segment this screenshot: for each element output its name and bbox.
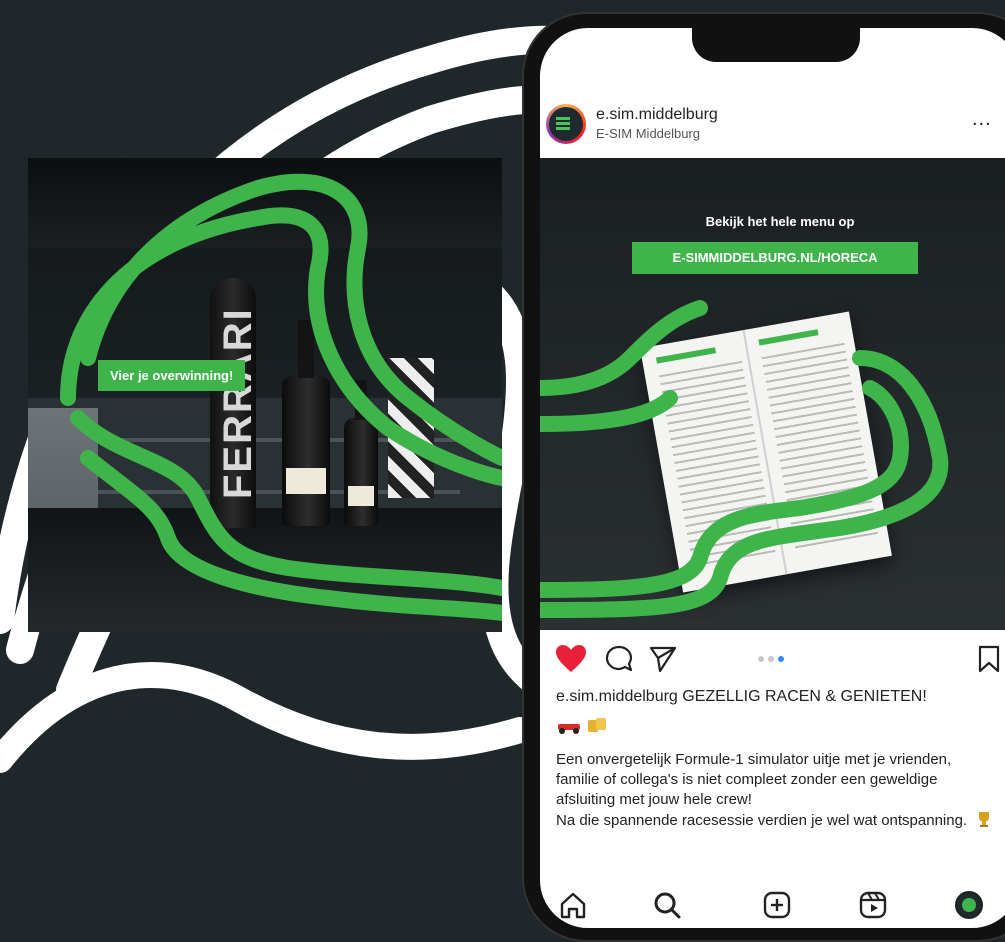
carousel-dot xyxy=(768,656,774,662)
race-car-emoji-icon xyxy=(558,718,606,734)
avatar-inner xyxy=(549,107,583,141)
caption-username[interactable]: e.sim.middelburg xyxy=(556,688,678,705)
trophy-icon xyxy=(979,812,990,827)
phone-notch xyxy=(692,24,860,62)
stage: FERRARI Vier je overwinning! e.sim.midde… xyxy=(0,0,1005,942)
post-actions xyxy=(540,638,1005,682)
carousel-dots xyxy=(758,656,798,664)
post-image: Bekijk het hele menu op E-SIMMIDDELBURG.… xyxy=(540,158,1005,630)
race-track-overlay xyxy=(60,173,502,621)
bookmark-icon[interactable] xyxy=(976,644,1002,674)
carousel-dot xyxy=(758,656,764,662)
caption-headline: e.sim.middelburg GEZELLIG RACEN & GENIET… xyxy=(556,688,996,706)
caption-headline-text: GEZELLIG RACEN & GENIETEN! xyxy=(682,688,927,705)
profile-avatar[interactable] xyxy=(546,104,586,144)
caption-body: Een onvergetelijk Formule-1 simulator ui… xyxy=(556,750,996,831)
bottom-nav xyxy=(540,886,1005,928)
post-username[interactable]: e.sim.middelburg xyxy=(596,106,718,124)
comment-icon[interactable] xyxy=(604,644,634,674)
caption-body-text: Een onvergetelijk Formule-1 simulator ui… xyxy=(556,751,968,829)
heart-icon[interactable] xyxy=(554,644,588,674)
send-icon[interactable] xyxy=(648,644,678,674)
post-header: e.sim.middelburg E-SIM Middelburg ... xyxy=(540,100,1005,160)
phone-screen: e.sim.middelburg E-SIM Middelburg ... Be… xyxy=(540,28,1005,928)
post-display-name: E-SIM Middelburg xyxy=(596,126,701,141)
brand-mark-icon xyxy=(556,117,570,120)
post-track-overlay xyxy=(540,300,949,618)
promo-photo: FERRARI Vier je overwinning! xyxy=(28,158,502,632)
more-options-icon[interactable]: ... xyxy=(972,108,992,131)
carousel-dot-active xyxy=(778,656,784,662)
promo-label: Vier je overwinning! xyxy=(98,360,246,391)
